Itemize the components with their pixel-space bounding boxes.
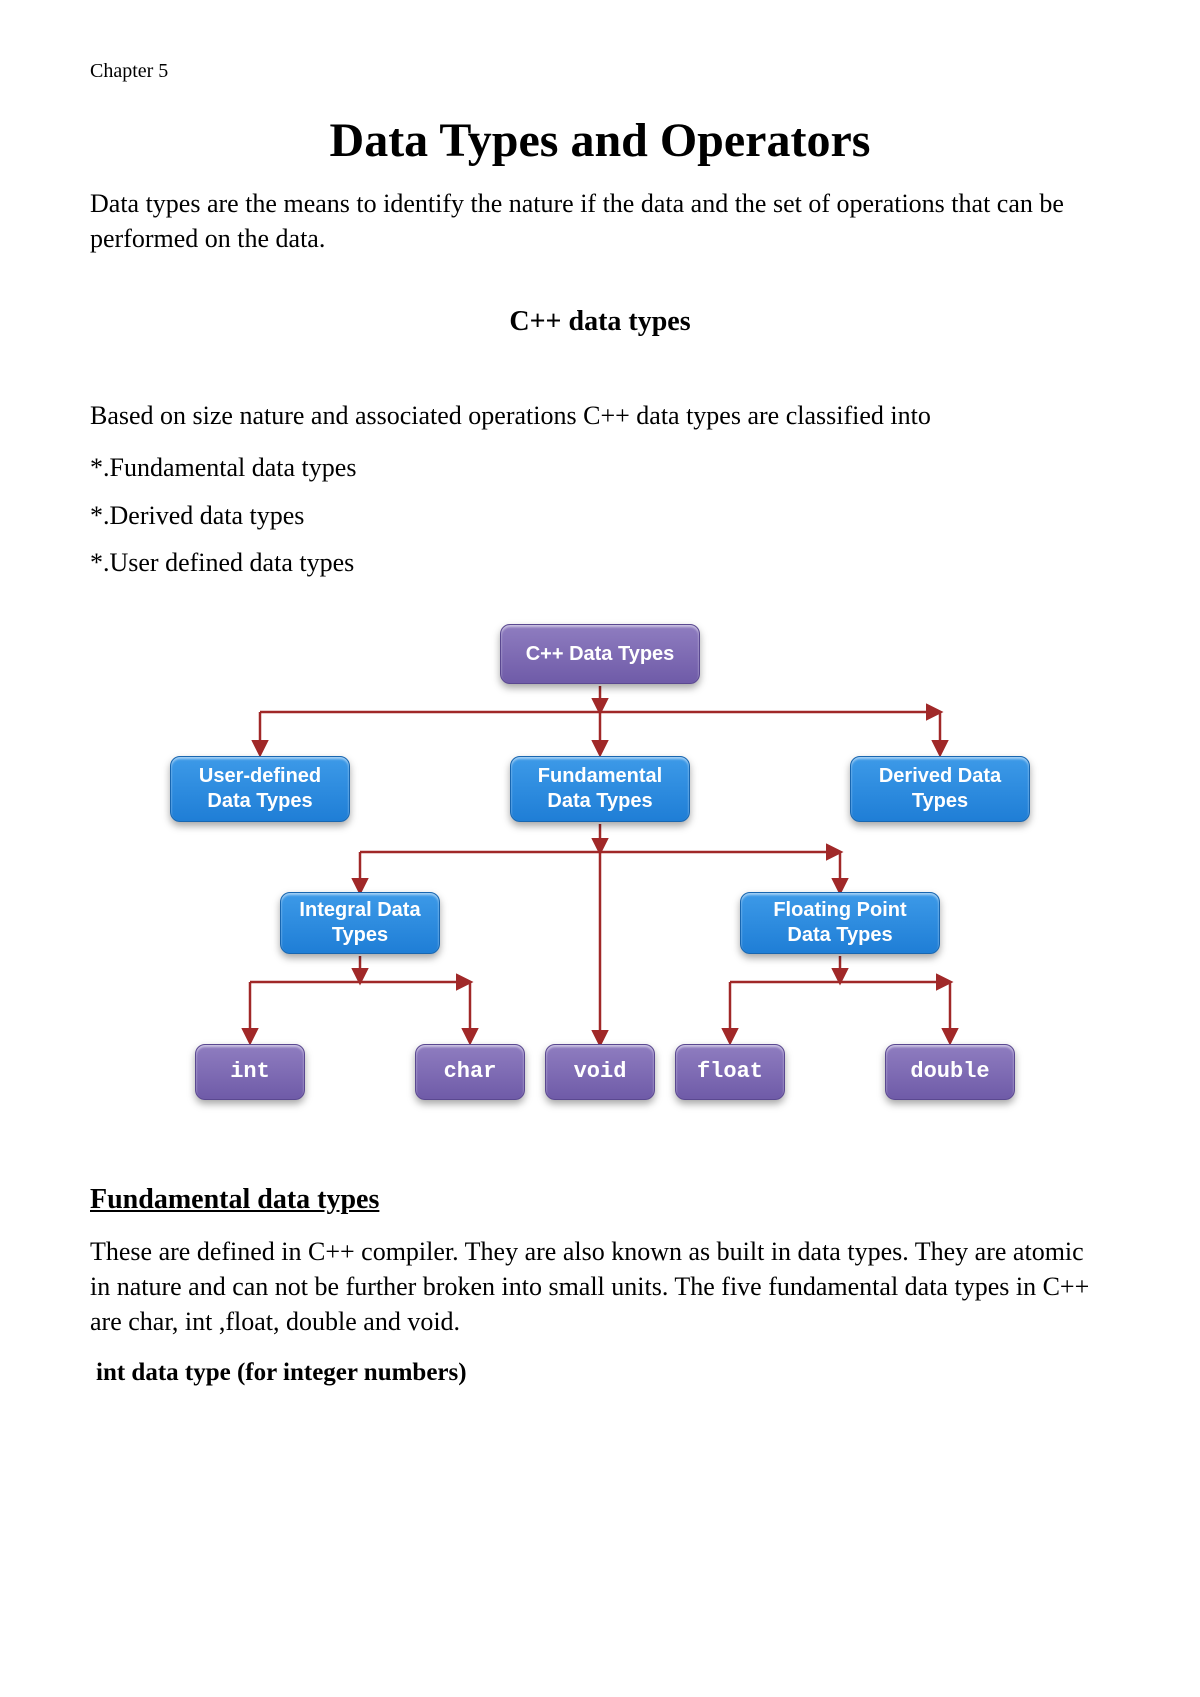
bullet-user-defined: *.User defined data types — [90, 542, 1110, 584]
node-floating: Floating Point Data Types — [740, 892, 940, 954]
data-types-diagram: C++ Data Types User-defined Data Types F… — [140, 624, 1060, 1144]
node-int: int — [195, 1044, 305, 1100]
classification-intro: Based on size nature and associated oper… — [90, 398, 1110, 433]
node-char: char — [415, 1044, 525, 1100]
fundamental-heading: Fundamental data types — [90, 1184, 1110, 1216]
fundamental-paragraph: These are defined in C++ compiler. They … — [90, 1234, 1110, 1339]
node-user-defined: User-defined Data Types — [170, 756, 350, 822]
page-title: Data Types and Operators — [90, 113, 1110, 168]
int-subheading: int data type (for integer numbers) — [90, 1359, 1110, 1387]
node-derived: Derived Data Types — [850, 756, 1030, 822]
bullet-derived: *.Derived data types — [90, 495, 1110, 537]
node-integral: Integral Data Types — [280, 892, 440, 954]
node-float: float — [675, 1044, 785, 1100]
node-void: void — [545, 1044, 655, 1100]
node-fundamental: Fundamental Data Types — [510, 756, 690, 822]
section-heading: C++ data types — [90, 306, 1110, 338]
chapter-label: Chapter 5 — [90, 60, 1110, 83]
intro-paragraph: Data types are the means to identify the… — [90, 186, 1110, 256]
node-root: C++ Data Types — [500, 624, 700, 684]
bullet-fundamental: *.Fundamental data types — [90, 447, 1110, 489]
node-double: double — [885, 1044, 1015, 1100]
